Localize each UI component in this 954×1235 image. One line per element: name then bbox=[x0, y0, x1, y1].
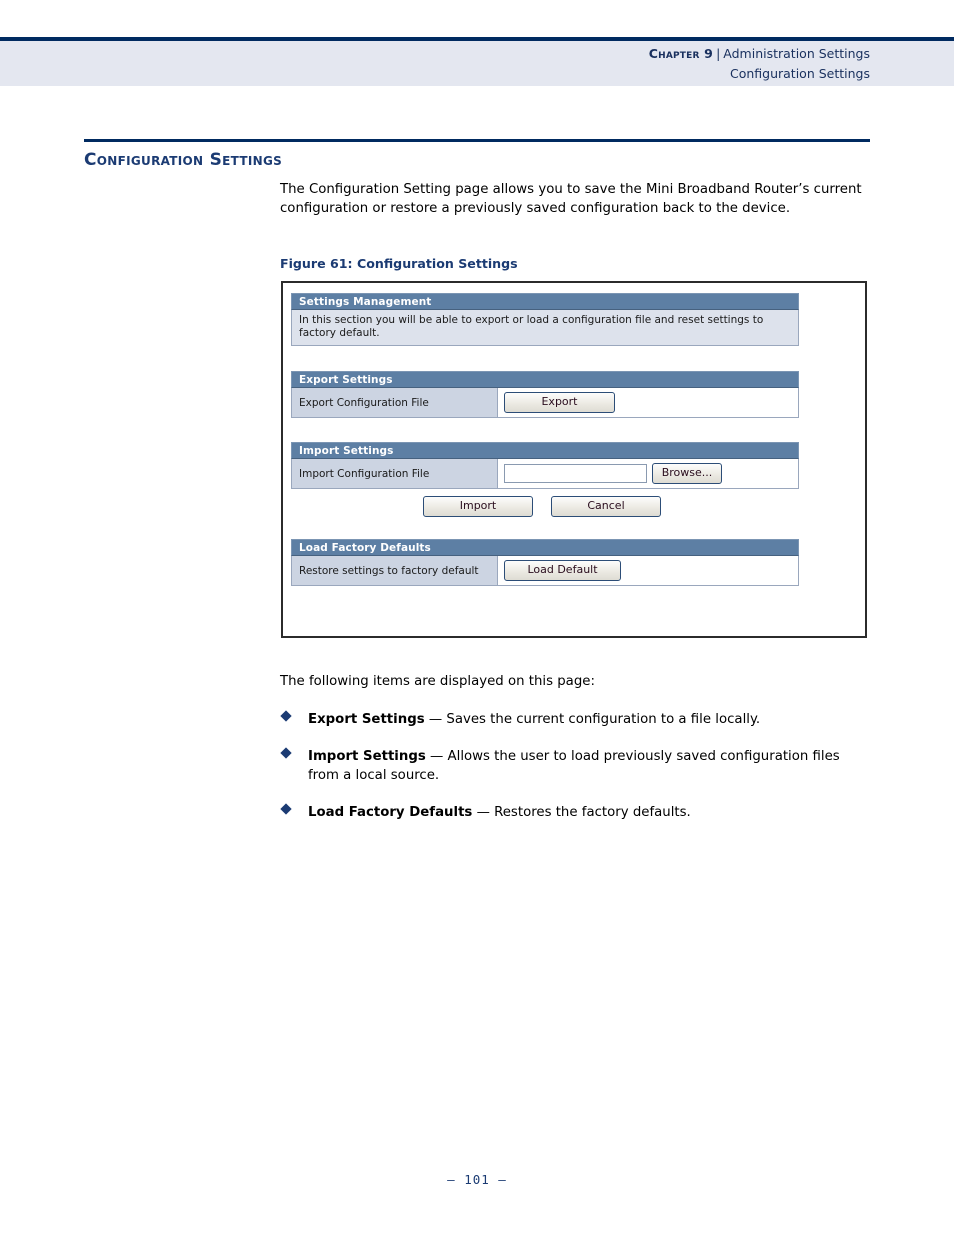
diamond-bullet-icon bbox=[280, 747, 292, 759]
list-item-term: Import Settings bbox=[308, 749, 426, 764]
row-import-configuration-file: Import Configuration File Browse... bbox=[291, 459, 799, 489]
chapter-title: Administration Settings bbox=[723, 46, 870, 61]
running-header: Chapter 9 | Administration Settings Config… bbox=[649, 44, 870, 84]
import-file-path-input[interactable] bbox=[504, 464, 647, 483]
import-action-buttons: Import Cancel bbox=[285, 489, 799, 517]
cancel-button[interactable]: Cancel bbox=[551, 496, 661, 517]
list-item-description: Restores the factory defaults. bbox=[494, 805, 691, 820]
list-item-dash: — bbox=[472, 805, 495, 820]
list-item: Export Settings — Saves the current conf… bbox=[280, 710, 870, 729]
settings-management-description: In this section you will be able to expo… bbox=[291, 310, 799, 346]
items-list: Export Settings — Saves the current conf… bbox=[280, 710, 870, 840]
figure-screenshot: Settings Management In this section you … bbox=[281, 281, 867, 638]
header-subtitle: Configuration Settings bbox=[729, 66, 870, 81]
diamond-bullet-icon bbox=[280, 803, 292, 815]
cell-export-action: Export bbox=[498, 392, 798, 413]
load-default-button[interactable]: Load Default bbox=[504, 560, 621, 581]
section-rule bbox=[84, 139, 870, 142]
list-item-dash: — bbox=[425, 749, 448, 764]
list-item: Load Factory Defaults — Restores the fac… bbox=[280, 803, 870, 822]
header-chapter-line: Chapter 9 | Administration Settings bbox=[649, 44, 870, 64]
following-items-paragraph: The following items are displayed on thi… bbox=[280, 674, 595, 689]
browse-button[interactable]: Browse... bbox=[652, 463, 722, 484]
section-header-load-factory-defaults: Load Factory Defaults bbox=[291, 539, 799, 556]
header-separator: | bbox=[716, 46, 721, 61]
page-number: – 101 – bbox=[447, 1172, 507, 1187]
section-header-import-settings: Import Settings bbox=[291, 442, 799, 459]
cell-load-default-action: Load Default bbox=[498, 560, 798, 581]
list-item-description: Saves the current configuration to a fil… bbox=[446, 712, 761, 727]
export-button[interactable]: Export bbox=[504, 392, 615, 413]
row-restore-factory-default: Restore settings to factory default Load… bbox=[291, 556, 799, 586]
intro-paragraph: The Configuration Setting page allows yo… bbox=[280, 182, 862, 217]
cell-import-file-picker: Browse... bbox=[498, 463, 798, 484]
chapter-label: Chapter 9 bbox=[648, 46, 714, 61]
row-export-configuration-file: Export Configuration File Export bbox=[291, 388, 799, 418]
diamond-bullet-icon bbox=[280, 710, 292, 722]
page-title: Configuration Settings bbox=[84, 150, 283, 170]
label-export-configuration-file: Export Configuration File bbox=[292, 388, 498, 417]
list-item-dash: — bbox=[424, 712, 447, 727]
list-item-term: Load Factory Defaults bbox=[308, 805, 473, 820]
figure-caption: Figure 61: Configuration Settings bbox=[280, 256, 518, 271]
section-header-settings-management: Settings Management bbox=[291, 293, 799, 310]
list-item: Import Settings — Allows the user to loa… bbox=[280, 747, 870, 785]
label-restore-factory-default: Restore settings to factory default bbox=[292, 556, 498, 585]
section-header-export-settings: Export Settings bbox=[291, 371, 799, 388]
import-button[interactable]: Import bbox=[423, 496, 533, 517]
list-item-term: Export Settings bbox=[308, 712, 425, 727]
router-ui-panel: Settings Management In this section you … bbox=[291, 293, 799, 586]
label-import-configuration-file: Import Configuration File bbox=[292, 459, 498, 488]
